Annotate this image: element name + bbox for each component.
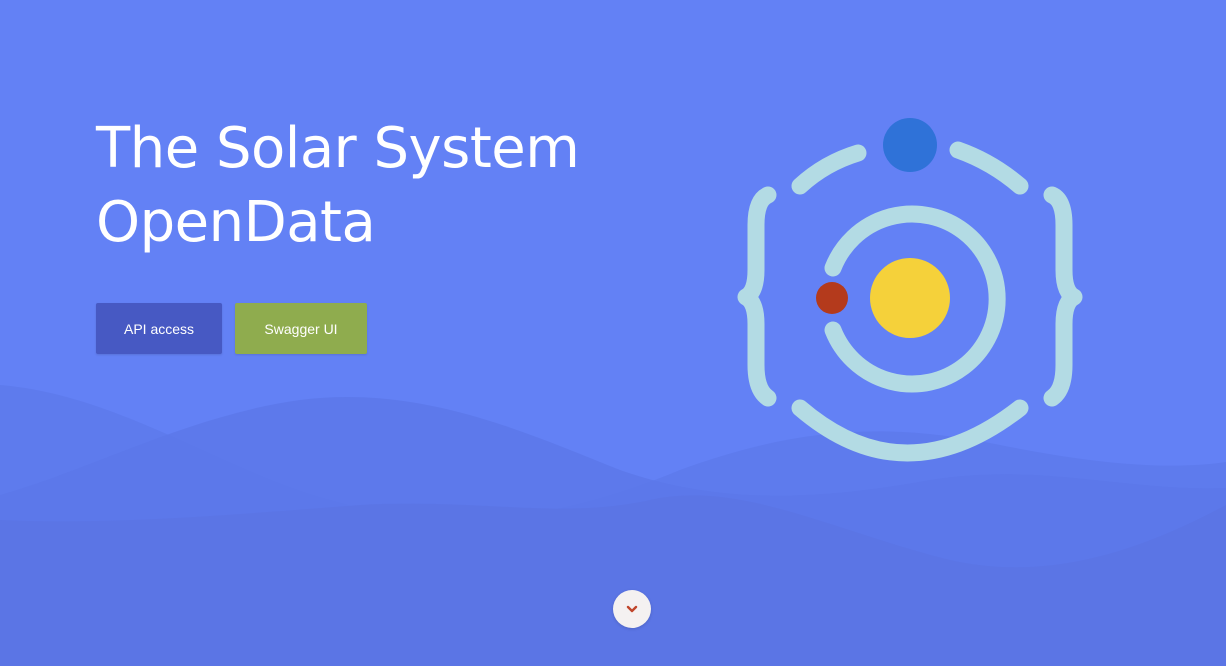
chevron-down-icon: [626, 605, 638, 613]
outer-ring-arc-bottom: [791, 399, 1029, 462]
right-brace: [1043, 186, 1083, 407]
api-access-button[interactable]: API access: [96, 303, 222, 354]
left-brace: [737, 186, 777, 407]
outer-ring-arc-top-right: [949, 141, 1029, 195]
swagger-ui-button[interactable]: Swagger UI: [235, 303, 367, 354]
scroll-down-button[interactable]: [613, 590, 651, 628]
solar-system-logo: [737, 118, 1083, 462]
sun-circle: [870, 258, 950, 338]
red-planet: [816, 282, 848, 314]
title-line-1: The Solar System: [96, 116, 580, 181]
outer-ring-arc-top-left: [791, 144, 867, 195]
title-line-2: OpenData: [96, 190, 376, 255]
blue-planet: [883, 118, 937, 172]
page-title: The Solar System OpenData: [96, 112, 656, 260]
